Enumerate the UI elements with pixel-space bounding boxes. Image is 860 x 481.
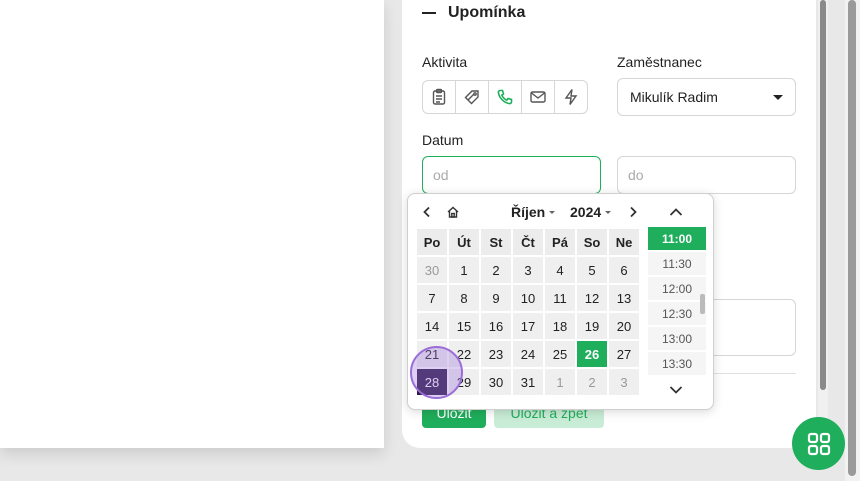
- activity-label: Aktivita: [422, 54, 468, 70]
- weekday-header: Út: [449, 229, 479, 255]
- date-from-input[interactable]: od: [422, 156, 601, 194]
- year-select[interactable]: 2024: [570, 204, 612, 220]
- time-option[interactable]: 11:30: [648, 252, 706, 275]
- calendar-day[interactable]: 3: [513, 257, 543, 283]
- calendar-day[interactable]: 22: [449, 341, 479, 367]
- lightning-icon: [564, 89, 578, 105]
- weekday-header: Čt: [513, 229, 543, 255]
- chevron-left-icon[interactable]: [418, 203, 436, 221]
- time-option[interactable]: 12:30: [648, 302, 706, 325]
- mail-icon: [530, 91, 546, 103]
- calendar-day[interactable]: 25: [545, 341, 575, 367]
- date-to-input[interactable]: do: [617, 156, 796, 194]
- calendar-day-today[interactable]: 26: [577, 341, 607, 367]
- time-up-icon[interactable]: [669, 204, 683, 222]
- activity-call-button[interactable]: [489, 81, 522, 113]
- calendar-grid: Po Út St Čt Pá So Ne 30 1 2 3 4 5 6 7 8 9 10 11 12 13 14 15 16 1…: [417, 229, 639, 395]
- apps-button[interactable]: [792, 417, 845, 470]
- calendar-day[interactable]: 1: [545, 369, 575, 395]
- calendar-day[interactable]: 30: [417, 257, 447, 283]
- section-title: Upomínka: [448, 4, 526, 21]
- weekday-header: Ne: [609, 229, 639, 255]
- calendar-day[interactable]: 16: [481, 313, 511, 339]
- calendar-day[interactable]: 20: [609, 313, 639, 339]
- weekday-header: Po: [417, 229, 447, 255]
- tag-icon: [464, 90, 479, 105]
- time-scrollbar-thumb[interactable]: [700, 294, 705, 314]
- chevron-down-icon: [773, 95, 783, 100]
- date-from-placeholder: od: [433, 167, 449, 183]
- page-scrollbar-thumb[interactable]: [848, 0, 856, 476]
- calendar-day[interactable]: 19: [577, 313, 607, 339]
- calendar-day[interactable]: 6: [609, 257, 639, 283]
- calendar-day[interactable]: 2: [577, 369, 607, 395]
- left-panel: [0, 0, 384, 448]
- weekday-header: Pá: [545, 229, 575, 255]
- activity-type-group: [422, 80, 588, 114]
- employee-select-value: Mikulík Radim: [630, 89, 718, 105]
- calendar-day[interactable]: 30: [481, 369, 511, 395]
- calendar-day[interactable]: 23: [481, 341, 511, 367]
- calendar-day[interactable]: 12: [577, 285, 607, 311]
- calendar-day[interactable]: 9: [481, 285, 511, 311]
- calendar-day[interactable]: 18: [545, 313, 575, 339]
- activity-email-button[interactable]: [522, 81, 555, 113]
- picker-navigation: Říjen 2024: [418, 202, 644, 222]
- calendar-day[interactable]: 21: [417, 341, 447, 367]
- calendar-day[interactable]: 7: [417, 285, 447, 311]
- clipboard-icon: [432, 88, 446, 105]
- calendar-day[interactable]: 17: [513, 313, 543, 339]
- calendar-day[interactable]: 24: [513, 341, 543, 367]
- calendar-day[interactable]: 10: [513, 285, 543, 311]
- weekday-header: So: [577, 229, 607, 255]
- calendar-day-selected[interactable]: 28: [417, 369, 447, 395]
- weekday-header: St: [481, 229, 511, 255]
- calendar-day[interactable]: 14: [417, 313, 447, 339]
- time-down-icon[interactable]: [669, 382, 683, 400]
- calendar-day[interactable]: 5: [577, 257, 607, 283]
- card-scrollbar-thumb[interactable]: [820, 0, 826, 390]
- calendar-day[interactable]: 2: [481, 257, 511, 283]
- activity-quick-button[interactable]: [555, 81, 587, 113]
- calendar-day[interactable]: 15: [449, 313, 479, 339]
- employee-select[interactable]: Mikulík Radim: [617, 78, 796, 116]
- time-option[interactable]: 13:30: [648, 352, 706, 375]
- year-caret-icon: [605, 210, 612, 214]
- activity-task-button[interactable]: [423, 81, 456, 113]
- year-label: 2024: [570, 204, 602, 220]
- calendar-day[interactable]: 13: [609, 285, 639, 311]
- chevron-right-icon[interactable]: [624, 203, 642, 221]
- activity-tag-button[interactable]: [456, 81, 489, 113]
- calendar-day[interactable]: 4: [545, 257, 575, 283]
- phone-icon: [497, 89, 513, 105]
- home-icon[interactable]: [444, 203, 462, 221]
- time-list: 11:00 11:30 12:00 12:30 13:00 13:30: [648, 227, 706, 377]
- calendar-day[interactable]: 11: [545, 285, 575, 311]
- employee-label: Zaměstnanec: [617, 54, 702, 70]
- calendar-day[interactable]: 27: [609, 341, 639, 367]
- month-label: Říjen: [511, 204, 546, 220]
- calendar-day[interactable]: 31: [513, 369, 543, 395]
- time-option[interactable]: 13:00: [648, 327, 706, 350]
- calendar-day[interactable]: 29: [449, 369, 479, 395]
- calendar-day[interactable]: 8: [449, 285, 479, 311]
- collapse-icon[interactable]: [422, 12, 436, 14]
- datetime-picker: Říjen 2024 Po Út St Čt Pá So Ne 30 1 2 3 4 5 6 7 8 9 10 11…: [407, 193, 714, 410]
- date-label: Datum: [422, 132, 464, 148]
- calendar-day[interactable]: 1: [449, 257, 479, 283]
- month-select[interactable]: Říjen: [511, 204, 556, 220]
- time-option[interactable]: 12:00: [648, 277, 706, 300]
- section-header[interactable]: Upomínka: [422, 4, 525, 22]
- date-to-placeholder: do: [628, 167, 644, 183]
- calendar-day[interactable]: 3: [609, 369, 639, 395]
- grid-icon: [807, 432, 830, 455]
- month-caret-icon: [549, 210, 556, 214]
- time-option-selected[interactable]: 11:00: [648, 227, 706, 250]
